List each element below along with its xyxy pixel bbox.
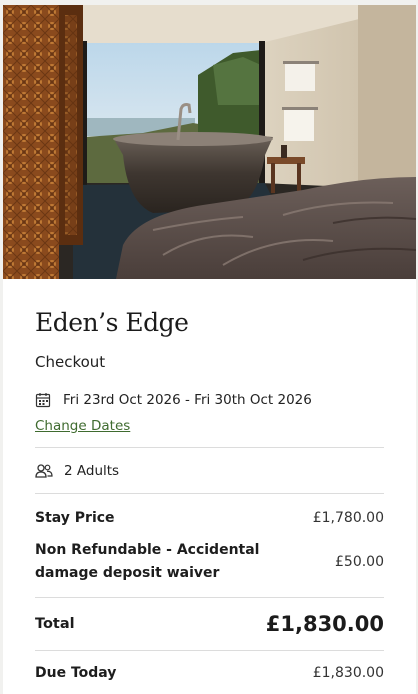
waiver-label-line1: Non Refundable - Accidental — [35, 542, 260, 558]
checkout-details: Eden’s Edge Checkout Fri 23rd Oct 2026 -… — [35, 308, 384, 694]
guests-summary: 2 Adults — [35, 448, 384, 493]
due-today-row: Due Today £1,830.00 — [35, 651, 384, 694]
total-value: £1,830.00 — [265, 612, 384, 636]
guests-text: 2 Adults — [64, 462, 120, 479]
calendar-icon — [35, 393, 51, 408]
due-today-value: £1,830.00 — [312, 665, 384, 681]
divider — [35, 493, 384, 494]
due-today-label: Due Today — [35, 665, 117, 681]
stay-price-label: Stay Price — [35, 510, 115, 526]
checkout-card: Eden’s Edge Checkout Fri 23rd Oct 2026 -… — [3, 5, 416, 694]
page-label: Checkout — [35, 353, 106, 371]
stay-dates: Fri 23rd Oct 2026 - Fri 30th Oct 2026 — [35, 392, 384, 408]
waiver-label: Non Refundable - Accidental damage depos… — [35, 539, 259, 585]
stay-price-value: £1,780.00 — [312, 510, 384, 526]
waiver-label-line2: damage deposit waiver — [35, 565, 220, 581]
total-label: Total — [35, 616, 75, 632]
total-row: Total £1,830.00 — [35, 598, 384, 650]
waiver-row: Non Refundable - Accidental damage depos… — [35, 539, 384, 585]
stay-dates-text: Fri 23rd Oct 2026 - Fri 30th Oct 2026 — [63, 392, 312, 408]
users-icon — [35, 463, 53, 478]
stay-price-row: Stay Price £1,780.00 — [35, 507, 384, 529]
change-dates-link[interactable]: Change Dates — [35, 418, 130, 434]
property-title: Eden’s Edge — [35, 308, 189, 337]
property-photo — [3, 5, 416, 279]
waiver-value: £50.00 — [335, 554, 384, 570]
